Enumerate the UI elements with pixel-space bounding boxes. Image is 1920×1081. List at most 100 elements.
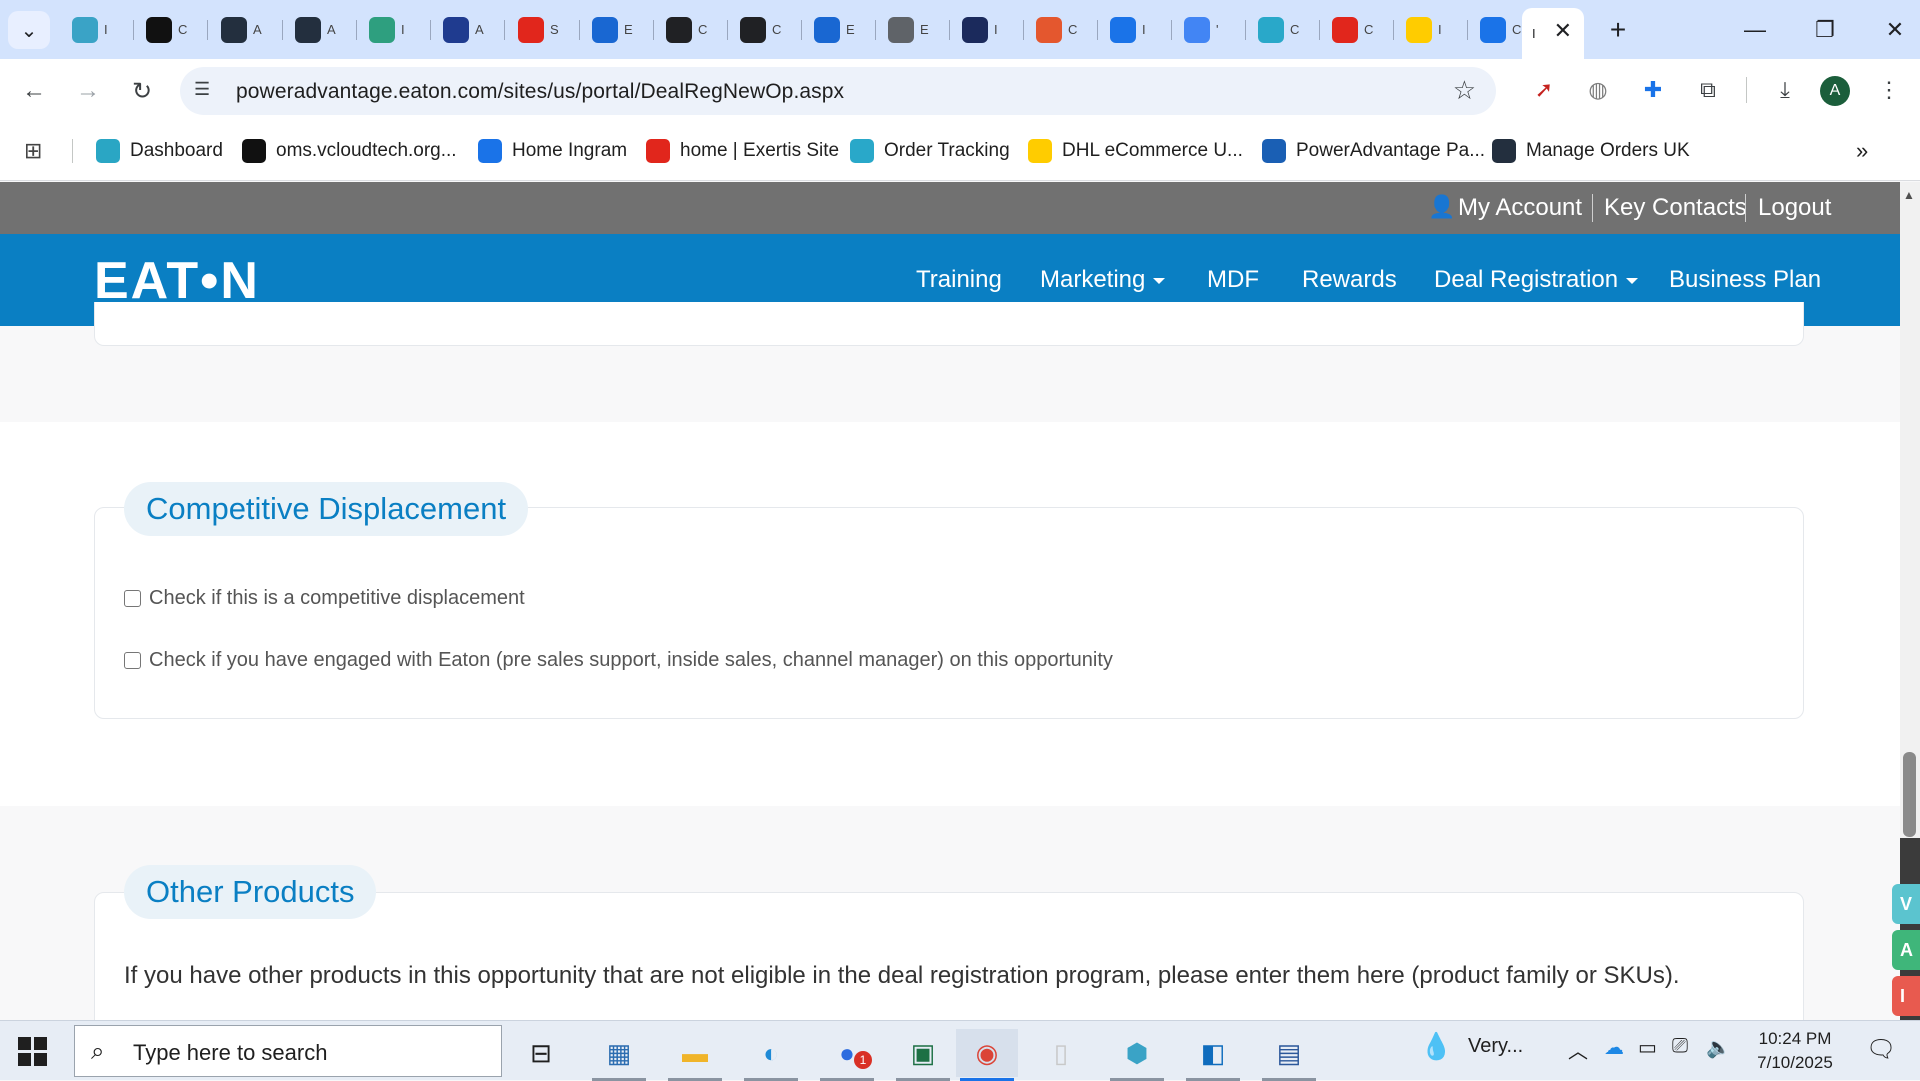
apps-grid-icon[interactable]: ⊞	[24, 135, 42, 167]
engaged-eaton-checkbox[interactable]	[124, 652, 141, 669]
new-tab-button[interactable]: +	[1600, 12, 1636, 48]
bookmark-item[interactable]: Dashboard	[96, 135, 223, 167]
zoom-icon[interactable]: ● 1	[816, 1029, 878, 1081]
file-explorer-icon[interactable]: ▬	[664, 1029, 726, 1081]
side-tab[interactable]: V	[1892, 884, 1920, 924]
tab-title: C	[698, 22, 708, 37]
excel-icon[interactable]: ▣	[892, 1029, 954, 1081]
amazon-icon	[295, 16, 321, 43]
profile-avatar[interactable]: A	[1820, 76, 1850, 106]
scroll-up-arrow-icon[interactable]: ▲	[1903, 188, 1915, 202]
my-account-link[interactable]: My Account	[1458, 194, 1582, 222]
tab-separator	[1393, 20, 1394, 40]
url-text[interactable]: poweradvantage.eaton.com/sites/us/portal…	[236, 80, 844, 104]
calculator-icon[interactable]: ▦	[588, 1029, 650, 1081]
browser-tab[interactable]: I	[1396, 8, 1468, 51]
browser-tab[interactable]: C	[136, 8, 208, 51]
browser-tab[interactable]: E	[804, 8, 876, 51]
browser-tab[interactable]: I	[1100, 8, 1172, 51]
browser-tab[interactable]: C	[730, 8, 802, 51]
notifications-icon[interactable]: 🗨	[1866, 1035, 1896, 1064]
browser-tab[interactable]: C	[1026, 8, 1098, 51]
windows-start-icon[interactable]	[18, 1037, 48, 1067]
site-info-icon[interactable]: ☰	[194, 79, 210, 100]
browser-tab[interactable]: C	[1248, 8, 1320, 51]
menu-kebab-icon[interactable]: ⋮	[1872, 73, 1906, 107]
tray-chevron-up-icon[interactable]: ︿	[1568, 1035, 1588, 1064]
extensions-puzzle-icon[interactable]: ⧉	[1691, 73, 1725, 107]
browser-tab[interactable]: '	[1174, 8, 1246, 51]
bookmark-item[interactable]: PowerAdvantage Pa...	[1262, 135, 1485, 167]
pdf-extension-icon[interactable]: ➚	[1527, 73, 1561, 107]
browser-tab[interactable]: I	[62, 8, 134, 51]
address-bar[interactable]: ☰ poweradvantage.eaton.com/sites/us/port…	[180, 67, 1496, 115]
scrollbar-thumb[interactable]	[1903, 752, 1916, 837]
key-contacts-link[interactable]: Key Contacts	[1604, 194, 1747, 222]
bookmark-item[interactable]: DHL eCommerce U...	[1028, 135, 1243, 167]
weather-text[interactable]: Very...	[1468, 1035, 1523, 1058]
download-icon[interactable]: ⤓	[1768, 73, 1802, 107]
bookmark-item[interactable]: Order Tracking	[850, 135, 1010, 167]
browser-tab[interactable]: A	[433, 8, 505, 51]
browser-tab[interactable]: S	[508, 8, 580, 51]
competitive-displacement-label: Check if this is a competitive displacem…	[149, 587, 525, 609]
battery-icon[interactable]: ▭	[1638, 1035, 1657, 1060]
reload-icon[interactable]: ↻	[124, 73, 160, 109]
more-bookmarks-icon[interactable]: »	[1856, 135, 1868, 167]
restore-icon[interactable]: ❐	[1800, 10, 1850, 50]
bookmark-label: DHL eCommerce U...	[1062, 140, 1243, 161]
vpn-extension-icon[interactable]: ✚	[1636, 73, 1670, 107]
side-tab[interactable]: I	[1892, 976, 1920, 1016]
browser-tab[interactable]: I	[952, 8, 1024, 51]
close-window-icon[interactable]: ✕	[1870, 10, 1920, 50]
weather-icon[interactable]: 💧	[1420, 1031, 1452, 1062]
browser-tab[interactable]: C	[1322, 8, 1394, 51]
teal-app-icon[interactable]: ⬢	[1106, 1029, 1168, 1081]
nav-deal-registration[interactable]: Deal Registration	[1434, 266, 1639, 294]
chrome-icon[interactable]: ◉	[956, 1029, 1018, 1081]
logout-link[interactable]: Logout	[1758, 194, 1831, 222]
bookmark-item[interactable]: Manage Orders UK	[1492, 135, 1690, 167]
minimize-icon[interactable]: —	[1730, 10, 1780, 50]
task-view-icon[interactable]: ⊟	[510, 1029, 572, 1077]
tab-separator	[579, 20, 580, 40]
nav-rewards[interactable]: Rewards	[1302, 266, 1397, 294]
word-icon[interactable]: ▤	[1258, 1029, 1320, 1081]
tab-active[interactable]: I ✕	[1522, 8, 1584, 59]
browser-tab[interactable]: I	[359, 8, 431, 51]
taskbar-search-box[interactable]: ⌕ Type here to search	[74, 1025, 502, 1077]
browser-tab[interactable]: E	[582, 8, 654, 51]
onedrive-icon[interactable]: ☁	[1604, 1035, 1624, 1060]
e-logo-icon	[592, 16, 618, 43]
play-arrow-icon	[443, 16, 469, 43]
browser-tab[interactable]: E	[878, 8, 950, 51]
zoom-notification-badge: 1	[854, 1051, 872, 1069]
bookmark-star-icon[interactable]: ☆	[1453, 75, 1476, 106]
browser-tab[interactable]: C	[656, 8, 728, 51]
eaton-logo[interactable]: EAT•N	[94, 255, 260, 307]
bookmark-item[interactable]: oms.vcloudtech.org...	[242, 135, 457, 167]
edge-browser-icon[interactable]: ◐	[740, 1029, 802, 1081]
bookmark-item[interactable]: Home Ingram	[478, 135, 627, 167]
browser-tab[interactable]: A	[285, 8, 357, 51]
side-tab[interactable]: A	[1892, 930, 1920, 970]
outlook-icon[interactable]: ◧	[1182, 1029, 1244, 1081]
close-tab-icon[interactable]: ✕	[1554, 18, 1572, 44]
taskbar-clock[interactable]: 10:24 PM 7/10/2025	[1740, 1027, 1850, 1075]
bookmark-item[interactable]: home | Exertis Site	[646, 135, 839, 167]
tab-title: I	[994, 22, 998, 37]
globe-extension-icon[interactable]: ◍	[1581, 73, 1615, 107]
blank-document-icon[interactable]: ▯	[1030, 1029, 1092, 1077]
competitive-displacement-checkbox[interactable]	[124, 590, 141, 607]
volume-icon[interactable]: 🔈	[1706, 1035, 1731, 1060]
forward-icon[interactable]: →	[70, 73, 106, 109]
nav-training[interactable]: Training	[916, 266, 1002, 294]
tab-search-chevron-icon[interactable]: ⌄	[8, 11, 50, 49]
network-icon[interactable]: ⎚	[1672, 1035, 1688, 1058]
browser-tab[interactable]: A	[211, 8, 283, 51]
nav-mdf[interactable]: MDF	[1207, 266, 1259, 294]
back-icon[interactable]: ←	[16, 73, 52, 109]
nav-marketing[interactable]: Marketing	[1040, 266, 1166, 294]
nav-business-plan[interactable]: Business Plan	[1669, 266, 1821, 294]
bookmark-label: PowerAdvantage Pa...	[1296, 140, 1486, 161]
